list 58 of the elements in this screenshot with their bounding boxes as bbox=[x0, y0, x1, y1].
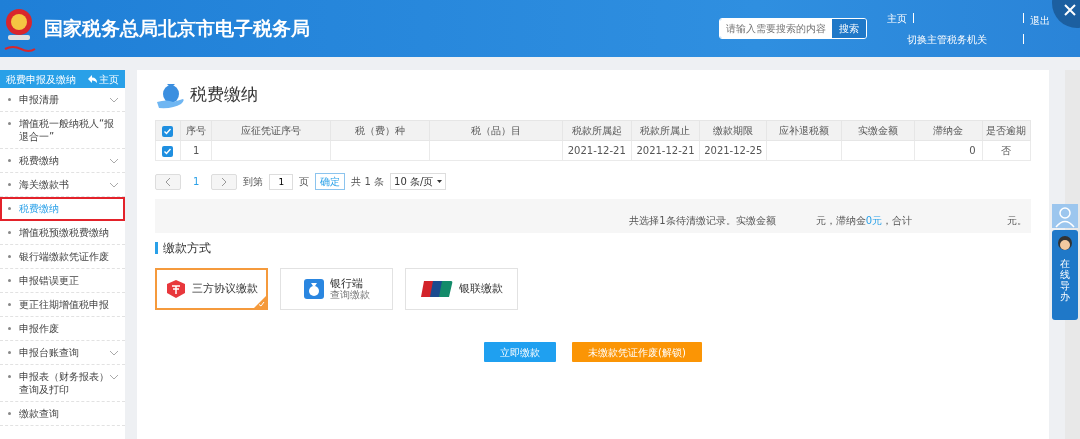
table-cell: 否 bbox=[982, 140, 1031, 161]
payment-method-option[interactable]: 银行端 查询缴款 bbox=[280, 268, 393, 310]
switch-authority-link[interactable]: 切换主管税务机关 bbox=[907, 31, 1017, 47]
select-all-checkbox[interactable] bbox=[162, 125, 174, 137]
search-field[interactable]: 请输入需要搜索的内容 搜索 bbox=[719, 18, 867, 39]
column-header: 税款所属起 bbox=[562, 120, 632, 141]
page-size-select[interactable]: 10 条/页 bbox=[390, 173, 447, 190]
page-input[interactable]: 1 bbox=[269, 173, 294, 190]
payment-method-option[interactable]: 银联缴款 bbox=[405, 268, 518, 310]
page-unit-label: 页 bbox=[299, 175, 310, 189]
column-header: 序号 bbox=[180, 120, 212, 141]
column-header: 税（品）目 bbox=[429, 120, 563, 141]
late-fee-amount: 0元 bbox=[865, 214, 882, 228]
column-header: 是否逾期 bbox=[982, 120, 1031, 141]
user-icon[interactable] bbox=[1052, 204, 1078, 228]
table-cell: 2021-12-21 bbox=[631, 140, 700, 161]
column-header: 税（费）种 bbox=[330, 120, 430, 141]
chevron-down-icon bbox=[109, 182, 119, 188]
table-cell: 2021-12-21 bbox=[562, 140, 632, 161]
table-cell: 2021-12-25 bbox=[699, 140, 767, 161]
summary-text: 共选择1条待清缴记录。实缴金额 bbox=[629, 214, 776, 228]
site-title: 国家税务总局北京市电子税务局 bbox=[44, 16, 310, 42]
row-checkbox[interactable] bbox=[162, 145, 174, 157]
dropdown-caret-icon bbox=[437, 180, 443, 183]
column-header: 滞纳金 bbox=[914, 120, 983, 141]
money-bag-icon bbox=[303, 279, 324, 299]
agent-icon bbox=[1056, 234, 1074, 252]
home-link[interactable]: 主页 bbox=[887, 10, 907, 26]
column-header: 应征凭证序号 bbox=[211, 120, 331, 141]
page-title: 税费缴纳 bbox=[190, 83, 258, 107]
column-header: 应补退税额 bbox=[766, 120, 842, 141]
table-cell: 1 bbox=[180, 140, 212, 161]
back-arrow-icon bbox=[86, 74, 97, 84]
column-header: 税款所属止 bbox=[631, 120, 700, 141]
column-header: 实缴金额 bbox=[841, 120, 915, 141]
search-button[interactable]: 搜索 bbox=[832, 19, 866, 38]
sidebar-title: 税费申报及缴纳 bbox=[6, 72, 76, 87]
total-count: 共 1 条 bbox=[351, 175, 385, 189]
summary-text: ，合计 bbox=[882, 214, 912, 228]
hexagon-badge-icon bbox=[165, 279, 186, 299]
close-icon bbox=[1064, 4, 1076, 16]
logout-link[interactable]: 退出 bbox=[1023, 13, 1050, 23]
payment-method-option[interactable]: 三方协议缴款 bbox=[155, 268, 268, 310]
summary-text: 元。 bbox=[1007, 214, 1027, 228]
summary-text: 元，滞纳金 bbox=[815, 214, 866, 228]
card-logo-icon bbox=[420, 280, 453, 298]
chevron-down-icon bbox=[109, 97, 119, 103]
chevron-right-icon bbox=[221, 176, 228, 187]
online-guide-button[interactable]: 在线导办 bbox=[1052, 230, 1078, 320]
chevron-down-icon bbox=[109, 350, 119, 356]
goto-label: 到第 bbox=[243, 175, 264, 189]
chevron-left-icon bbox=[165, 176, 171, 187]
column-header: 缴款期限 bbox=[699, 120, 767, 141]
chevron-down-icon bbox=[109, 374, 119, 380]
table-cell: 0 bbox=[914, 140, 983, 161]
section-title: 缴款方式 bbox=[155, 242, 1031, 254]
check-corner-icon bbox=[254, 296, 266, 308]
chevron-down-icon bbox=[109, 158, 119, 164]
